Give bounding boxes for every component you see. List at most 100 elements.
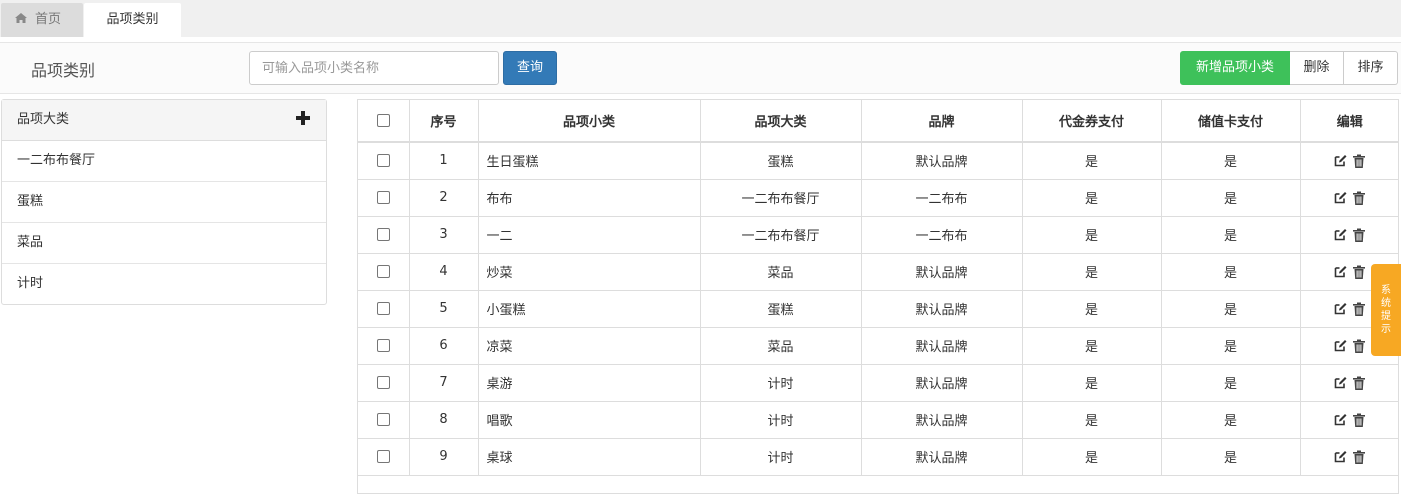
row-checkbox[interactable] <box>376 339 390 352</box>
category-name: 一二布布餐厅 <box>700 179 862 217</box>
subcategory-table-container: 序号 品项小类 品项大类 品牌 代金券支付 储值卡支付 编辑 1 生日蛋糕 蛋糕 默认… <box>357 99 1399 494</box>
sidebar-item[interactable]: 计时 <box>2 264 326 305</box>
row-number: 5 <box>409 290 479 328</box>
brand-name: 默认品牌 <box>861 364 1023 402</box>
row-checkbox[interactable] <box>376 376 390 389</box>
trash-icon[interactable] <box>1353 265 1366 279</box>
trash-icon[interactable] <box>1353 302 1366 316</box>
edit-icon[interactable] <box>1334 339 1347 352</box>
table-row[interactable]: 7 桌游 计时 默认品牌是是 <box>358 364 1399 402</box>
brand-name: 默认品牌 <box>861 290 1023 328</box>
table-row[interactable]: 9 桌球 计时 默认品牌是是 <box>358 438 1399 476</box>
table-row[interactable]: 1 生日蛋糕 蛋糕 默认品牌是是 <box>358 142 1399 180</box>
toolbar: 品项类别 查询 新增品项小类 删除 排序 <box>0 42 1401 94</box>
stored-value-card-payment: 是 <box>1161 179 1301 217</box>
row-checkbox[interactable] <box>376 191 390 204</box>
row-checkbox[interactable] <box>376 302 390 315</box>
edit-icon[interactable] <box>1334 154 1347 167</box>
stored-value-card-payment: 是 <box>1161 327 1301 365</box>
stored-value-card-payment: 是 <box>1161 253 1301 291</box>
search-input[interactable] <box>249 51 499 85</box>
edit-icon[interactable] <box>1334 376 1347 389</box>
system-tip-char: 统 <box>1381 298 1391 309</box>
edit-icon[interactable] <box>1334 228 1347 241</box>
category-name: 计时 <box>700 438 862 476</box>
subcategory-name: 布布 <box>478 179 701 217</box>
sidebar-item[interactable]: 一二布布餐厅 <box>2 141 326 182</box>
trash-icon[interactable] <box>1353 450 1366 464</box>
row-select-cell <box>358 438 410 476</box>
edit-icon[interactable] <box>1334 413 1347 426</box>
add-subcategory-button[interactable]: 新增品项小类 <box>1180 51 1290 85</box>
row-checkbox[interactable] <box>376 154 390 168</box>
row-checkbox[interactable] <box>376 265 390 278</box>
system-tip-tab[interactable]: 系 统 提 示 <box>1371 264 1401 356</box>
tab-item-category-label: 品项类别 <box>106 12 159 27</box>
table-row[interactable]: 4 炒菜 菜品 默认品牌是是 <box>358 253 1399 291</box>
row-number: 4 <box>409 253 479 291</box>
voucher-payment: 是 <box>1022 401 1162 439</box>
edit-icon[interactable] <box>1334 450 1347 463</box>
row-number: 3 <box>409 216 479 254</box>
trash-icon[interactable] <box>1353 191 1366 205</box>
trash-icon[interactable] <box>1353 339 1366 353</box>
table-row[interactable]: 5 小蛋糕 蛋糕 默认品牌是是 <box>358 290 1399 328</box>
row-select-cell <box>358 179 410 217</box>
table-row[interactable]: 6 凉菜 菜品 默认品牌是是 <box>358 327 1399 365</box>
query-button[interactable]: 查询 <box>503 51 557 85</box>
subcategory-name: 生日蛋糕 <box>478 142 701 180</box>
select-all-checkbox[interactable] <box>376 114 390 127</box>
trash-icon[interactable] <box>1353 376 1366 390</box>
brand-name: 一二布布 <box>861 179 1023 217</box>
subcategory-name: 凉菜 <box>478 327 701 365</box>
edit-icon[interactable] <box>1334 265 1347 278</box>
subcategory-name: 炒菜 <box>478 253 701 291</box>
voucher-payment: 是 <box>1022 253 1162 291</box>
table-row[interactable]: 8 唱歌 计时 默认品牌是是 <box>358 401 1399 439</box>
voucher-payment: 是 <box>1022 364 1162 402</box>
tab-home-label: 首页 <box>35 12 62 27</box>
trash-icon[interactable] <box>1353 413 1366 427</box>
category-name: 计时 <box>700 401 862 439</box>
table-row[interactable]: 2 布布 一二布布餐厅 一二布布是是 <box>358 179 1399 217</box>
tab-item-category[interactable]: 品项类别 <box>84 3 181 37</box>
edit-icon[interactable] <box>1334 302 1347 315</box>
action-button-group: 新增品项小类 删除 排序 <box>1180 51 1398 85</box>
edit-icon[interactable] <box>1334 191 1347 204</box>
row-number: 1 <box>409 142 479 180</box>
row-actions <box>1300 364 1399 402</box>
row-select-cell <box>358 253 410 291</box>
sidebar-item[interactable]: 菜品 <box>2 223 326 264</box>
row-number: 9 <box>409 438 479 476</box>
trash-icon[interactable] <box>1353 228 1366 242</box>
subcategory-name: 小蛋糕 <box>478 290 701 328</box>
voucher-payment: 是 <box>1022 327 1162 365</box>
row-number: 2 <box>409 179 479 217</box>
subcategory-name: 桌球 <box>478 438 701 476</box>
plus-icon[interactable] <box>296 111 310 125</box>
row-select-cell <box>358 142 410 180</box>
system-tip-char: 系 <box>1381 285 1391 296</box>
row-checkbox[interactable] <box>376 450 390 463</box>
subcategory-name: 唱歌 <box>478 401 701 439</box>
row-checkbox[interactable] <box>376 228 390 241</box>
row-number: 7 <box>409 364 479 402</box>
row-select-cell <box>358 364 410 402</box>
column-header: 品项小类 <box>478 100 701 143</box>
row-checkbox[interactable] <box>376 413 390 426</box>
column-header: 编辑 <box>1300 100 1399 143</box>
tab-home[interactable]: 首页 <box>1 3 83 37</box>
column-header: 品牌 <box>861 100 1023 143</box>
brand-name: 一二布布 <box>861 216 1023 254</box>
table-row[interactable]: 3 一二 一二布布餐厅 一二布布是是 <box>358 216 1399 254</box>
row-select-cell <box>358 216 410 254</box>
sidebar-item[interactable]: 蛋糕 <box>2 182 326 223</box>
category-name: 蛋糕 <box>700 290 862 328</box>
category-name: 蛋糕 <box>700 142 862 180</box>
trash-icon[interactable] <box>1353 154 1366 168</box>
row-actions <box>1300 438 1399 476</box>
tab-bar: 首页 品项类别 <box>0 0 1401 37</box>
delete-button[interactable]: 删除 <box>1290 51 1344 85</box>
sidebar-header-label: 品项大类 <box>17 112 70 127</box>
sort-button[interactable]: 排序 <box>1344 51 1398 85</box>
